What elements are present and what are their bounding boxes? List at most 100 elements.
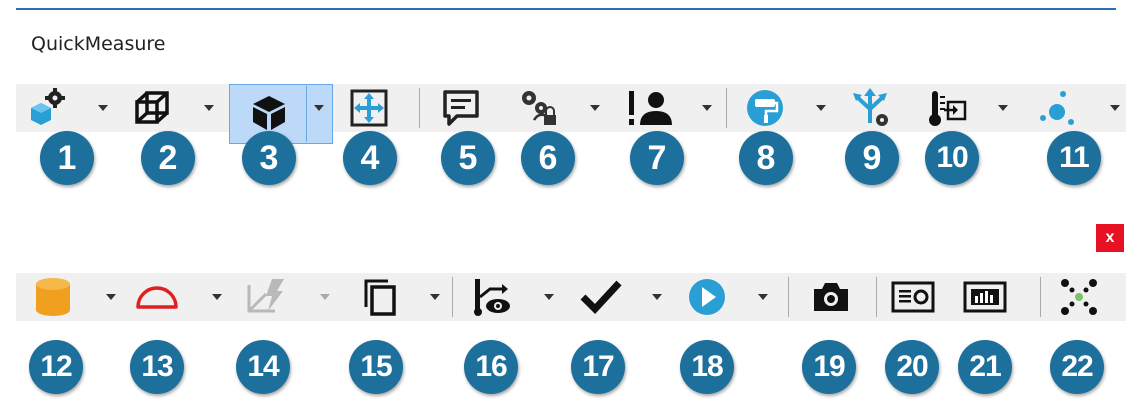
callout-badge: 5 — [441, 131, 495, 185]
dropdown-arrow[interactable] — [756, 273, 770, 321]
report-chart-icon — [963, 281, 1007, 313]
cross-points-button[interactable] — [1054, 273, 1104, 321]
lightning-axes-icon — [247, 279, 284, 313]
callout-badge: 18 — [680, 340, 734, 394]
scatter-dots-icon — [1040, 91, 1074, 125]
dropdown-arrow[interactable] — [588, 84, 602, 132]
callout-badge: 22 — [1050, 340, 1104, 394]
cylinder-button[interactable] — [28, 273, 78, 321]
toolbar-separator — [726, 88, 727, 128]
dropdown-arrow[interactable] — [104, 273, 118, 321]
gears-lock-icon — [522, 91, 556, 125]
dropdown-arrow[interactable] — [650, 273, 664, 321]
dropdown-arrow[interactable] — [210, 273, 224, 321]
dropdown-arrow[interactable] — [312, 84, 326, 132]
copy-button[interactable] — [355, 273, 405, 321]
wireframe-cube-icon — [135, 91, 169, 124]
toolbar-separator — [1040, 277, 1041, 317]
toolbar-separator — [452, 277, 453, 317]
dropdown-arrow[interactable] — [700, 84, 714, 132]
chevron-down-icon — [998, 105, 1008, 111]
chevron-down-icon — [702, 105, 712, 111]
path-view-icon — [474, 279, 510, 316]
callout-badge: 17 — [571, 340, 625, 394]
dropdown-arrow[interactable] — [1108, 84, 1122, 132]
play-icon — [689, 279, 725, 315]
solid-view-button[interactable] — [244, 88, 294, 136]
gears-lock-button[interactable] — [514, 84, 564, 132]
report-chart-button[interactable] — [960, 273, 1010, 321]
toolbar-separator — [876, 277, 877, 317]
check-button[interactable] — [576, 273, 626, 321]
dropdown-arrow[interactable] — [96, 84, 110, 132]
play-button[interactable] — [682, 273, 732, 321]
thermometer-export-button[interactable] — [922, 84, 972, 132]
camera-icon — [814, 283, 848, 311]
paint-roller-icon — [747, 90, 783, 126]
dropdown-arrow[interactable] — [814, 84, 828, 132]
callout-badge: 6 — [521, 131, 575, 185]
copy-icon — [364, 279, 396, 316]
component-settings-button[interactable] — [22, 84, 72, 132]
protractor-button[interactable] — [132, 273, 182, 321]
scatter-points-button[interactable] — [1032, 84, 1082, 132]
chevron-down-icon — [758, 294, 768, 300]
paint-roller-button[interactable] — [740, 84, 790, 132]
checkmark-icon — [580, 280, 622, 315]
thermometer-export-icon — [929, 91, 967, 126]
callout-badge: 19 — [802, 340, 856, 394]
callout-badge: 9 — [845, 131, 899, 185]
callout-badge: 3 — [242, 131, 296, 185]
move-button[interactable] — [344, 84, 394, 132]
dropdown-arrow[interactable] — [428, 273, 442, 321]
solid-cube-icon — [253, 96, 285, 130]
user-alert-button[interactable] — [626, 84, 676, 132]
comment-button[interactable] — [436, 84, 486, 132]
chevron-down-icon — [106, 294, 116, 300]
report-image-icon — [891, 281, 935, 313]
chevron-down-icon — [212, 294, 222, 300]
callout-badge: 21 — [958, 340, 1012, 394]
dropdown-arrow[interactable] — [996, 84, 1010, 132]
callout-badge: 16 — [464, 340, 518, 394]
callout-badge: 20 — [885, 340, 939, 394]
toolbar-separator — [788, 277, 789, 317]
window-title: QuickMeasure — [31, 33, 166, 55]
dropdown-arrow[interactable] — [318, 273, 332, 321]
wireframe-button[interactable] — [128, 84, 178, 132]
move-icon — [350, 89, 388, 127]
cross-dots-icon — [1061, 279, 1097, 315]
chevron-down-icon — [314, 105, 324, 111]
report-image-button[interactable] — [888, 273, 938, 321]
split-divider — [306, 86, 307, 142]
user-alert-icon — [629, 91, 672, 125]
dropdown-arrow[interactable] — [202, 84, 216, 132]
load-axes-button[interactable] — [240, 273, 290, 321]
close-button[interactable]: x — [1096, 224, 1124, 252]
callout-badge: 14 — [236, 340, 290, 394]
chevron-down-icon — [430, 294, 440, 300]
screenshot-button[interactable] — [806, 273, 856, 321]
path-view-button[interactable] — [468, 273, 518, 321]
callout-badge: 4 — [343, 131, 397, 185]
cylinder-icon — [36, 278, 70, 316]
callout-badge: 1 — [40, 131, 94, 185]
chevron-down-icon — [1110, 105, 1120, 111]
chevron-down-icon — [652, 294, 662, 300]
chevron-down-icon — [590, 105, 600, 111]
protractor-icon — [136, 286, 178, 309]
chevron-down-icon — [544, 294, 554, 300]
axis-settings-icon — [853, 88, 888, 126]
callout-badge: 15 — [349, 340, 403, 394]
chevron-down-icon — [320, 294, 330, 300]
axis-settings-button[interactable] — [846, 84, 896, 132]
toolbar-separator — [419, 88, 420, 128]
callout-badge: 12 — [29, 340, 83, 394]
chevron-down-icon — [816, 105, 826, 111]
dropdown-arrow[interactable] — [542, 273, 556, 321]
callout-badge: 10 — [925, 131, 979, 185]
callout-badge: 7 — [630, 131, 684, 185]
chevron-down-icon — [98, 105, 108, 111]
callout-badge: 11 — [1047, 131, 1101, 185]
chevron-down-icon — [204, 105, 214, 111]
